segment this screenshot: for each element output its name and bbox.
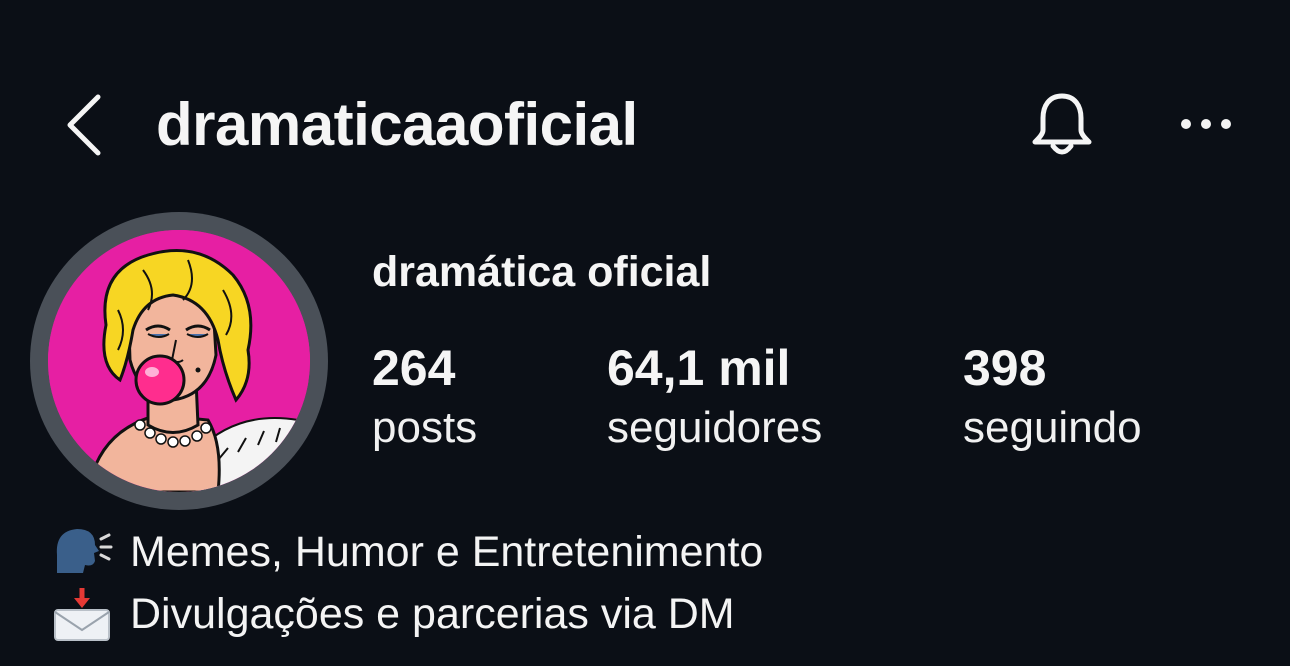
bio-text: Divulgações e parcerias via DM xyxy=(130,590,735,638)
following-count-stat[interactable]: 398 seguindo xyxy=(963,338,1142,458)
bio-line: Divulgações e parcerias via DM xyxy=(50,584,735,644)
followers-count: 64,1 mil xyxy=(607,340,791,396)
following-count: 398 xyxy=(963,340,1047,396)
profile-page: dramaticaaoficial dramática oficial 264 … xyxy=(0,0,1290,666)
bell-icon xyxy=(1032,93,1092,155)
back-button[interactable] xyxy=(62,92,106,158)
more-options-button[interactable] xyxy=(1176,106,1236,142)
posts-count: 264 xyxy=(372,340,456,396)
profile-username: dramaticaaoficial xyxy=(156,91,638,158)
envelope-with-arrow-icon xyxy=(50,586,114,642)
bio-line: Memes, Humor e Entretenimento xyxy=(50,522,763,582)
notifications-button[interactable] xyxy=(1026,88,1098,162)
following-label: seguindo xyxy=(963,403,1142,452)
followers-label: seguidores xyxy=(607,403,823,452)
profile-display-name: dramática oficial xyxy=(372,248,712,296)
posts-label: posts xyxy=(372,403,478,452)
followers-count-stat[interactable]: 64,1 mil seguidores xyxy=(607,338,822,458)
speaking-head-icon xyxy=(50,524,114,580)
chevron-left-icon xyxy=(67,94,101,156)
posts-count-stat[interactable]: 264 posts xyxy=(372,338,477,458)
more-horizontal-icon xyxy=(1181,119,1231,129)
avatar[interactable] xyxy=(48,230,310,492)
bio-text: Memes, Humor e Entretenimento xyxy=(130,528,764,576)
pop-art-woman-bubblegum-avatar xyxy=(48,230,310,492)
